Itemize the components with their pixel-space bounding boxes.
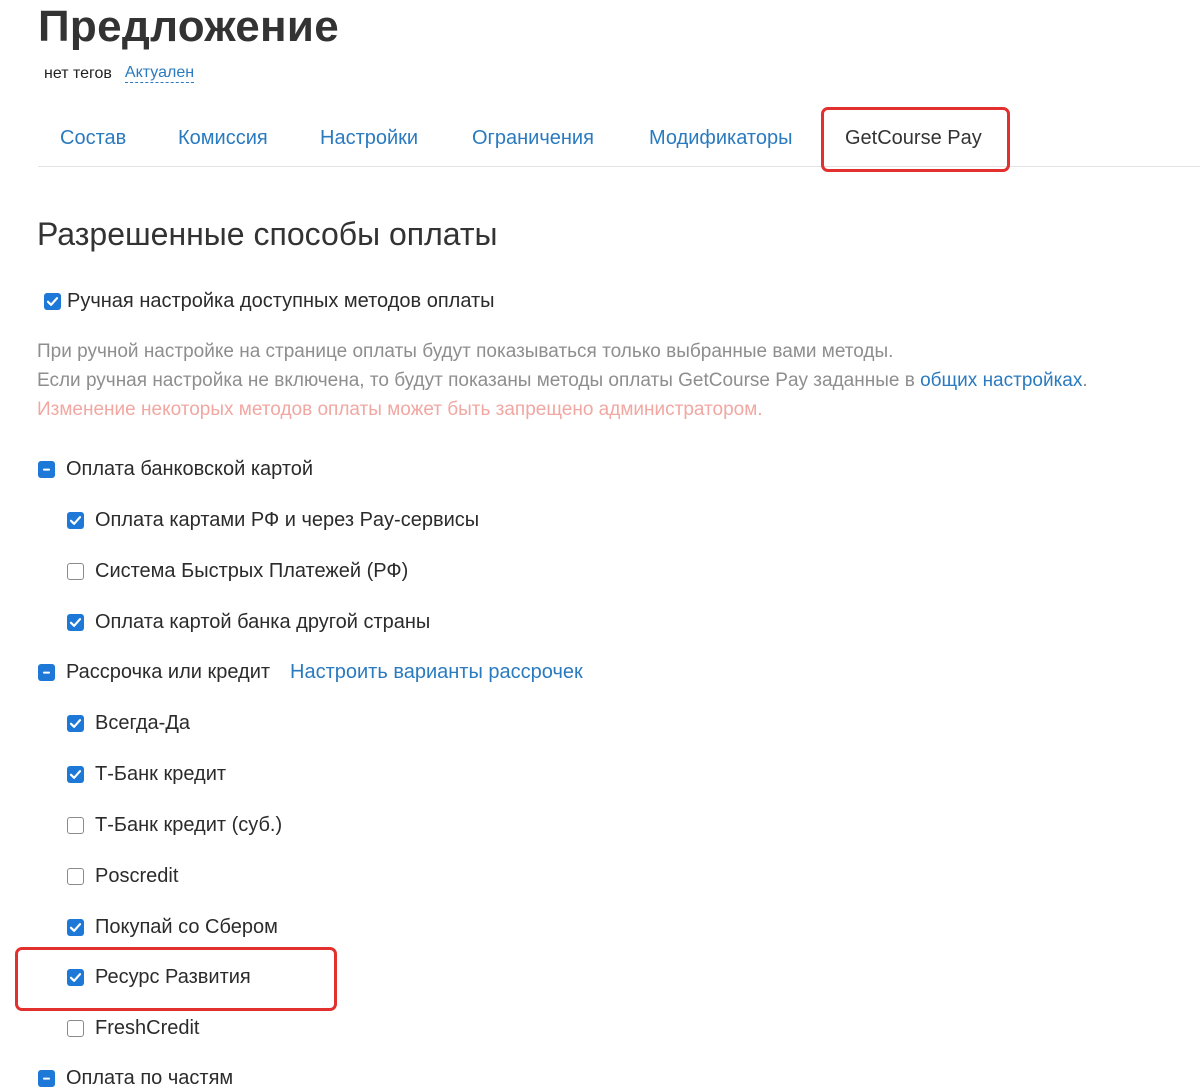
option-foreign-card[interactable]: Оплата картой банка другой страны	[67, 611, 430, 634]
tab-composition[interactable]: Состав	[60, 127, 126, 150]
option-poscredit[interactable]: Poscredit	[67, 865, 178, 888]
tab-bar: Состав Комиссия Настройки Ограничения Мо…	[38, 105, 1200, 167]
tab-modifiers[interactable]: Модификаторы	[649, 127, 792, 150]
section-title: Разрешенные способы оплаты	[37, 216, 498, 252]
checkbox-indeterminate-icon[interactable]	[38, 664, 55, 681]
checkbox-checked-icon[interactable]	[67, 715, 84, 732]
group-bank-card[interactable]: Оплата банковской картой	[38, 458, 313, 481]
option-label: Т-Банк кредит (суб.)	[95, 814, 283, 836]
checkbox-checked-icon[interactable]	[67, 614, 84, 631]
option-label: Poscredit	[95, 865, 179, 887]
tab-commission[interactable]: Комиссия	[178, 127, 268, 150]
option-rf-cards[interactable]: Оплата картами РФ и через Pay-сервисы	[67, 509, 479, 532]
manual-setting-label: Ручная настройка доступных методов оплат…	[67, 290, 495, 312]
group-pay-in-parts[interactable]: Оплата по частям	[38, 1067, 233, 1090]
help-text-line2: Если ручная настройка не включена, то бу…	[37, 370, 1088, 392]
checkbox-checked-icon[interactable]	[67, 919, 84, 936]
checkbox-indeterminate-icon[interactable]	[38, 1070, 55, 1087]
manual-setting-row[interactable]: Ручная настройка доступных методов оплат…	[44, 290, 495, 313]
checkbox-checked-icon[interactable]	[44, 293, 61, 310]
option-sber[interactable]: Покупай со Сбером	[67, 916, 278, 939]
tab-highlight-frame	[821, 107, 1010, 172]
page-meta: нет тегов Актуален	[44, 64, 195, 83]
group-label: Оплата по частям	[66, 1067, 234, 1089]
configure-installments-link[interactable]: Настроить варианты рассрочек	[290, 661, 583, 684]
option-vsegda-da[interactable]: Всегда-Да	[67, 712, 190, 735]
option-freshcredit[interactable]: FreshCredit	[67, 1017, 199, 1040]
option-label: Система Быстрых Платежей (РФ)	[95, 560, 409, 582]
tags-label: нет тегов	[44, 64, 112, 82]
checkbox-unchecked-icon[interactable]	[67, 817, 84, 834]
status-link[interactable]: Актуален	[124, 64, 195, 83]
option-tbank-credit[interactable]: Т-Банк кредит	[67, 763, 226, 786]
checkbox-checked-icon[interactable]	[67, 512, 84, 529]
option-tbank-credit-sub[interactable]: Т-Банк кредит (суб.)	[67, 814, 282, 837]
checkbox-indeterminate-icon[interactable]	[38, 461, 55, 478]
checkbox-unchecked-icon[interactable]	[67, 1020, 84, 1037]
group-label: Рассрочка или кредит	[66, 661, 271, 683]
checkbox-unchecked-icon[interactable]	[67, 563, 84, 580]
tab-restrictions[interactable]: Ограничения	[472, 127, 594, 150]
option-label: Оплата картой банка другой страны	[95, 611, 431, 633]
option-highlight-frame	[15, 947, 337, 1011]
help-text-line1: При ручной настройке на странице оплаты …	[37, 341, 894, 362]
option-label: Т-Банк кредит	[95, 763, 227, 785]
option-label: Всегда-Да	[95, 712, 190, 734]
checkbox-unchecked-icon[interactable]	[67, 868, 84, 885]
warning-text: Изменение некоторых методов оплаты может…	[37, 399, 763, 420]
help-text-line2-end: .	[1082, 370, 1088, 391]
group-installment-credit[interactable]: Рассрочка или кредит Настроить варианты …	[38, 661, 583, 684]
help-text-line2-main: Если ручная настройка не включена, то бу…	[37, 370, 921, 391]
option-label: FreshCredit	[95, 1017, 200, 1039]
option-label: Оплата картами РФ и через Pay-сервисы	[95, 509, 480, 531]
page-title: Предложение	[38, 2, 340, 51]
option-sbp[interactable]: Система Быстрых Платежей (РФ)	[67, 560, 408, 583]
tab-settings[interactable]: Настройки	[320, 127, 418, 150]
general-settings-link[interactable]: общих настройках	[920, 370, 1082, 391]
group-label: Оплата банковской картой	[66, 458, 314, 480]
option-label: Покупай со Сбером	[95, 916, 278, 938]
checkbox-checked-icon[interactable]	[67, 766, 84, 783]
